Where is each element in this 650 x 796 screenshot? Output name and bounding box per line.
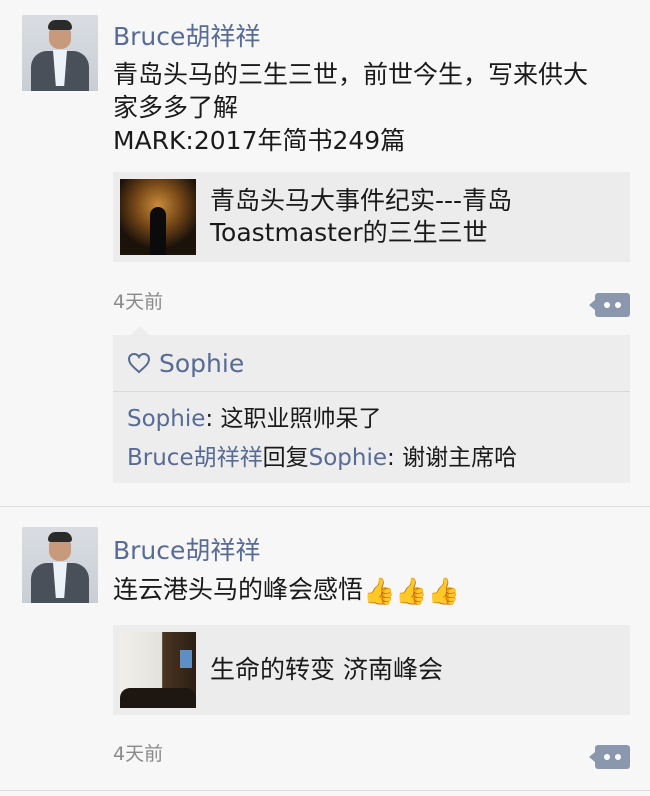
reply-word: 回复 (262, 445, 309, 471)
thumbs-up-icon: 👍👍👍 (363, 577, 461, 607)
reply-target[interactable]: Sophie (309, 445, 387, 471)
post-content: 青岛头马的三生三世，前世今生，写来供大 家多多了解 MARK:2017年简书24… (113, 58, 633, 157)
link-title-line: Toastmaster的三生三世 (210, 218, 488, 247)
comment-dot (604, 302, 610, 308)
link-title-line: 青岛头马大事件纪实---青岛 (210, 186, 513, 215)
thumbnail-audience (120, 688, 196, 708)
comment-dot (615, 754, 621, 760)
comment-item[interactable]: Sophie: 这职业照帅呆了 (127, 399, 381, 433)
interaction-panel: Sophie Sophie: 这职业照帅呆了 Bruce胡祥祥回复Sophie:… (113, 326, 630, 483)
heart-icon (127, 352, 151, 374)
post-content-text: 连云港头马的峰会感悟 (113, 575, 364, 604)
liker-name[interactable]: Sophie (159, 349, 244, 378)
comment-item[interactable]: Bruce胡祥祥回复Sophie: 谢谢主席哈 (127, 438, 517, 472)
post-content-line: 家多多了解 (113, 93, 239, 122)
link-title: 生命的转变 济南峰会 (210, 655, 443, 684)
comment-author[interactable]: Bruce胡祥祥 (127, 445, 263, 471)
comment-bubble-icon[interactable] (589, 745, 630, 769)
shared-link-card[interactable]: 青岛头马大事件纪实---青岛 Toastmaster的三生三世 (113, 172, 630, 262)
author-name[interactable]: Bruce胡祥祥 (113, 17, 260, 53)
moment-post: Bruce胡祥祥 连云港头马的峰会感悟👍👍👍 生命的转变 济南峰会 4天前 (0, 507, 650, 791)
comment-author[interactable]: Sophie (127, 406, 205, 432)
post-content: 连云港头马的峰会感悟👍👍👍 (113, 573, 633, 606)
comment-separator: : (205, 406, 221, 432)
link-thumbnail (120, 632, 196, 708)
post-time: 4天前 (113, 743, 164, 765)
avatar[interactable] (22, 527, 98, 603)
comment-bubble-icon[interactable] (589, 293, 630, 317)
comment-separator: : (387, 445, 403, 471)
post-content-line: 青岛头马的三生三世，前世今生，写来供大 (113, 60, 589, 89)
likes-row: Sophie (113, 335, 630, 392)
comment-text: 谢谢主席哈 (402, 445, 518, 471)
comment-text: 这职业照帅呆了 (220, 406, 382, 432)
thumbnail-figure (150, 207, 166, 255)
avatar-hair (48, 532, 72, 542)
comment-dot (604, 754, 610, 760)
post-time: 4天前 (113, 291, 164, 313)
author-name[interactable]: Bruce胡祥祥 (113, 531, 260, 567)
post-content-line: MARK:2017年简书249篇 (113, 126, 406, 155)
shared-link-card[interactable]: 生命的转变 济南峰会 (113, 625, 630, 715)
thumbnail-screen (180, 650, 192, 668)
avatar[interactable] (22, 15, 98, 91)
moment-post: Bruce胡祥祥 青岛头马的三生三世，前世今生，写来供大 家多多了解 MARK:… (0, 0, 650, 507)
link-thumbnail (120, 179, 196, 255)
avatar-hair (48, 20, 72, 30)
link-title: 青岛头马大事件纪实---青岛 Toastmaster的三生三世 (210, 185, 512, 249)
comment-dot (615, 302, 621, 308)
